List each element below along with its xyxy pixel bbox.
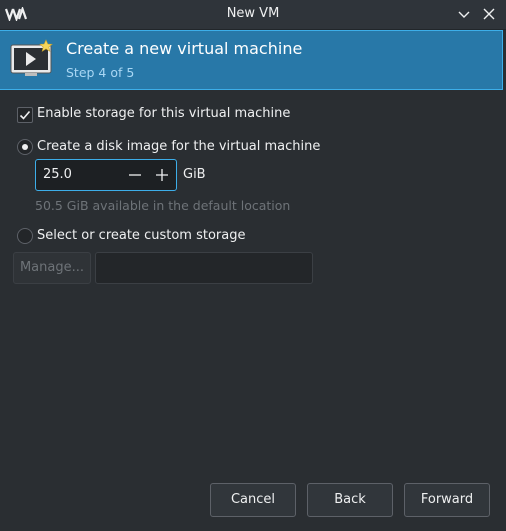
wizard-step-indicator: Step 4 of 5 bbox=[66, 65, 135, 80]
disk-size-value[interactable]: 25.0 bbox=[43, 167, 72, 182]
close-icon[interactable] bbox=[480, 5, 498, 23]
forward-button[interactable]: Forward bbox=[404, 483, 490, 517]
enable-storage-label[interactable]: Enable storage for this virtual machine bbox=[37, 106, 290, 121]
enable-storage-checkbox[interactable] bbox=[17, 107, 33, 123]
new-vm-monitor-icon bbox=[10, 39, 53, 76]
create-disk-label[interactable]: Create a disk image for the virtual mach… bbox=[37, 139, 320, 154]
cancel-button[interactable]: Cancel bbox=[210, 483, 296, 517]
custom-storage-radio[interactable] bbox=[17, 228, 33, 244]
checkmark-icon bbox=[19, 110, 31, 120]
available-space-text: 50.5 GiB available in the default locati… bbox=[35, 198, 291, 213]
manage-button[interactable]: Manage... bbox=[13, 252, 91, 284]
window-title: New VM bbox=[226, 6, 280, 21]
create-disk-radio[interactable] bbox=[17, 139, 33, 155]
minimize-chevron-icon[interactable] bbox=[455, 5, 473, 23]
window-titlebar: New VM bbox=[0, 0, 506, 30]
increment-icon[interactable] bbox=[153, 166, 171, 184]
custom-storage-label[interactable]: Select or create custom storage bbox=[37, 228, 245, 243]
custom-storage-path-field[interactable] bbox=[95, 252, 313, 284]
disk-size-spinbox[interactable]: 25.0 bbox=[35, 159, 177, 191]
back-button[interactable]: Back bbox=[307, 483, 393, 517]
radio-selected-dot bbox=[22, 144, 28, 150]
disk-size-unit: GiB bbox=[183, 167, 206, 182]
decrement-icon[interactable] bbox=[126, 166, 144, 184]
wizard-title: Create a new virtual machine bbox=[66, 39, 303, 58]
wizard-header-banner: Create a new virtual machine Step 4 of 5 bbox=[0, 30, 503, 90]
